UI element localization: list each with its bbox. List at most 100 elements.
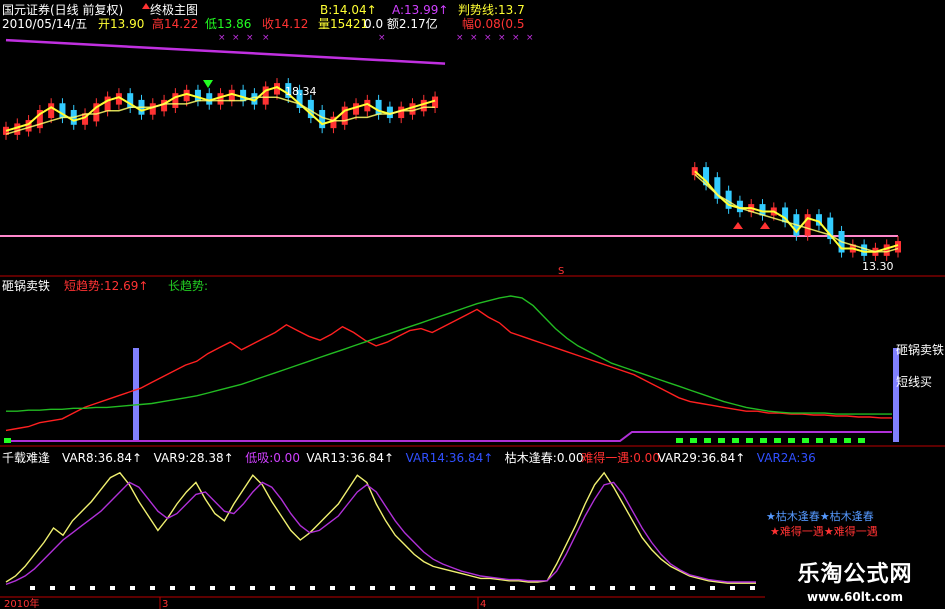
amount-value: 0.0 额2.17亿 <box>364 16 438 31</box>
signal-square <box>4 438 11 443</box>
panel3-legend-item: VAR13:36.84↑ <box>306 451 394 465</box>
baseline-dot <box>150 586 155 590</box>
trend-value: 判势线:13.7 <box>458 3 525 17</box>
baseline-dot <box>170 586 175 590</box>
a-value: A:13.99↑ <box>392 3 448 17</box>
signal-mark: × <box>526 33 534 43</box>
candle-body <box>217 93 224 105</box>
baseline-dot <box>630 586 635 590</box>
time-label-4: 4 <box>480 599 486 609</box>
baseline-dot <box>110 586 115 590</box>
panel3-legend-item: VAR14:36.84↑ <box>406 451 494 465</box>
signal-square <box>690 438 697 443</box>
baseline-dot <box>210 586 215 590</box>
change-value: 幅0.08(0.5 <box>462 16 525 31</box>
baseline-dot <box>350 586 355 590</box>
baseline-dot <box>690 586 695 590</box>
signal-bar <box>893 348 899 442</box>
baseline-dot <box>90 586 95 590</box>
panel3-legend-item: 枯木逢春:0.00 <box>505 450 584 465</box>
panel3-title: 千载难逢 <box>2 451 50 465</box>
date-label: 2010/05/14/五 <box>2 17 87 31</box>
stock-name: 国元证券(日线 前复权) <box>2 2 123 17</box>
stock-chart: 国元证券(日线 前复权) 终极主图 B:14.04↑ A:13.99↑ 判势线:… <box>0 0 945 609</box>
baseline-dot <box>610 586 615 590</box>
baseline-dot <box>510 586 515 590</box>
short-trend-label: 短趋势:12.69↑ <box>64 279 148 293</box>
signal-square <box>718 438 725 443</box>
s-marker: S <box>558 266 564 277</box>
candle-body <box>104 96 111 112</box>
baseline-dot <box>570 586 575 590</box>
long-trend-label: 长趋势: <box>168 279 208 293</box>
baseline-dot <box>730 586 735 590</box>
baseline-dot <box>530 586 535 590</box>
signal-mark: × <box>218 33 226 43</box>
signal-mark: × <box>232 33 240 43</box>
b-value: B:14.04↑ <box>320 3 377 17</box>
panel3-legend-item: VAR9:28.38↑ <box>154 451 234 465</box>
signal-square <box>774 438 781 443</box>
volume-value: 量15421 <box>318 17 368 31</box>
baseline-dot <box>710 586 715 590</box>
signal-square <box>858 438 865 443</box>
signal-bar <box>133 348 139 442</box>
candle-body <box>149 103 156 115</box>
open-value: 开13.90 <box>98 17 144 31</box>
candle-body <box>895 241 901 253</box>
baseline-dot <box>750 586 755 590</box>
baseline-dot <box>270 586 275 590</box>
baseline-dot <box>130 586 135 590</box>
signal-square <box>802 438 809 443</box>
close-value: 收14.12 <box>262 17 308 31</box>
panel3-legend-item: VAR2A:36 <box>757 451 816 465</box>
signal-square <box>732 438 739 443</box>
baseline-dot <box>390 586 395 590</box>
low-annotation: 13.30 <box>862 260 894 273</box>
baseline-dot <box>330 586 335 590</box>
high-annotation: 18.34 <box>285 85 317 98</box>
baseline-dot <box>50 586 55 590</box>
baseline-dot <box>450 586 455 590</box>
panel2-right-label-1: 砸锅卖铁 <box>896 342 944 357</box>
baseline-dot <box>250 586 255 590</box>
signal-square <box>830 438 837 443</box>
high-value: 高14.22 <box>152 16 198 31</box>
candle-body <box>883 244 890 256</box>
signal-square <box>788 438 795 443</box>
baseline-dot <box>290 586 295 590</box>
baseline-dot <box>430 586 435 590</box>
signal-text-1: ★枯木逢春★枯木逢春 <box>766 509 874 523</box>
signal-mark: × <box>512 33 520 43</box>
panel3-legend: VAR8:36.84↑ VAR9:28.38↑ 低吸:0.00 VAR13:36.84… <box>62 450 816 465</box>
candle-body <box>409 103 416 115</box>
signal-square <box>704 438 711 443</box>
baseline-dot <box>230 586 235 590</box>
baseline-dot <box>470 586 475 590</box>
watermark-name: 乐淘公式网 <box>797 562 913 587</box>
baseline-dot <box>550 586 555 590</box>
panel2-right-label-2: 短线买 <box>896 375 932 389</box>
signal-mark: × <box>262 33 270 43</box>
baseline-dot <box>670 586 675 590</box>
candle-body <box>353 103 360 115</box>
time-label-3: 3 <box>162 599 168 609</box>
baseline-dot <box>70 586 75 590</box>
main-indicator-label: 终极主图 <box>150 2 198 17</box>
panel3-legend-item: 低吸:0.00 <box>245 451 300 465</box>
baseline-dot <box>310 586 315 590</box>
signal-mark: × <box>470 33 478 43</box>
signal-mark: × <box>456 33 464 43</box>
panel3-legend-item: VAR29:36.84↑ <box>658 451 746 465</box>
signal-text-2: ★难得一遇★难得一遇 <box>770 525 878 538</box>
baseline-dot <box>410 586 415 590</box>
candle-body <box>375 99 382 115</box>
panel3-legend-item: VAR8:36.84↑ <box>62 451 142 465</box>
time-label-2010: 2010年 <box>4 597 39 609</box>
signal-square <box>844 438 851 443</box>
signal-mark: × <box>246 33 254 43</box>
signal-mark: × <box>378 33 386 43</box>
baseline-dot <box>190 586 195 590</box>
watermark-url: www.60lt.com <box>806 590 904 604</box>
baseline-dot <box>30 586 35 590</box>
